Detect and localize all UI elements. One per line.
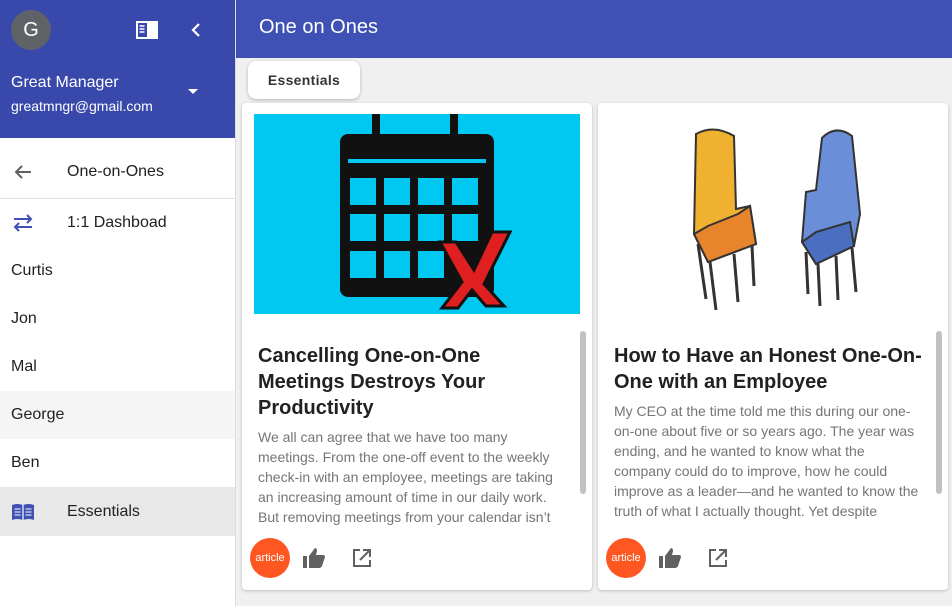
tab-essentials[interactable]: Essentials (248, 61, 360, 99)
book-icon (11, 500, 35, 524)
user-name: Great Manager (11, 74, 119, 91)
page-title: One on Ones (259, 16, 378, 38)
card-excerpt: We all can agree that we have too many m… (258, 429, 553, 525)
card-scrollbar[interactable] (580, 327, 588, 527)
sidebar-toggle-icon[interactable] (135, 18, 159, 42)
thumb-up-icon[interactable] (658, 546, 682, 570)
sidebar: G Great Manager greatmngr@gmail.com One-… (0, 0, 236, 606)
nav-essentials-label: Essentials (67, 502, 140, 520)
sidebar-item-essentials[interactable]: Essentials (0, 487, 235, 536)
person-label: George (11, 406, 65, 423)
scroll-thumb[interactable] (580, 331, 586, 494)
account-dropdown-icon[interactable] (188, 89, 198, 94)
two-chairs-icon (610, 114, 936, 314)
thumb-up-icon[interactable] (302, 546, 326, 570)
nav-back-label: One-on-Ones (67, 163, 164, 180)
user-email: greatmngr@gmail.com (11, 98, 153, 114)
avatar[interactable]: G (11, 10, 51, 50)
nav-dashboard-label: 1:1 Dashboad (67, 214, 167, 231)
sidebar-item-george[interactable]: George (0, 391, 235, 439)
article-badge: article (606, 538, 646, 578)
person-label: Curtis (11, 262, 53, 279)
card-excerpt: My CEO at the time told me this during o… (614, 403, 919, 519)
article-badge: article (250, 538, 290, 578)
open-in-new-icon[interactable] (350, 546, 374, 570)
sidebar-item-mal[interactable]: Mal (0, 343, 235, 391)
swap-arrows-icon (11, 211, 35, 235)
sidebar-item-curtis[interactable]: Curtis (0, 247, 235, 295)
collapse-chevron-icon[interactable] (184, 18, 208, 42)
article-card[interactable]: Cancelling One-on-One Meetings Destroys … (242, 103, 592, 590)
arrow-back-icon (11, 160, 35, 184)
card-content: How to Have an Honest One-On-One with an… (614, 343, 924, 526)
card-scrollbar[interactable] (936, 327, 944, 527)
account-header: G Great Manager greatmngr@gmail.com (0, 0, 235, 138)
nav-back-one-on-ones[interactable]: One-on-Ones (0, 146, 235, 198)
sidebar-item-ben[interactable]: Ben (0, 439, 235, 487)
app-bar: One on Ones (236, 0, 952, 58)
open-in-new-icon[interactable] (706, 546, 730, 570)
person-label: Mal (11, 358, 37, 375)
card-title[interactable]: How to Have an Honest One-On-One with an… (614, 343, 924, 395)
card-title[interactable]: Cancelling One-on-One Meetings Destroys … (258, 343, 568, 421)
nav-dashboard[interactable]: 1:1 Dashboad (0, 199, 235, 247)
article-card[interactable]: How to Have an Honest One-On-One with an… (598, 103, 948, 590)
scroll-thumb[interactable] (936, 331, 942, 494)
person-label: Jon (11, 310, 37, 327)
person-label: Ben (11, 454, 40, 471)
sidebar-item-jon[interactable]: Jon (0, 295, 235, 343)
card-content: Cancelling One-on-One Meetings Destroys … (258, 343, 568, 526)
calendar-cancel-icon (254, 114, 580, 314)
